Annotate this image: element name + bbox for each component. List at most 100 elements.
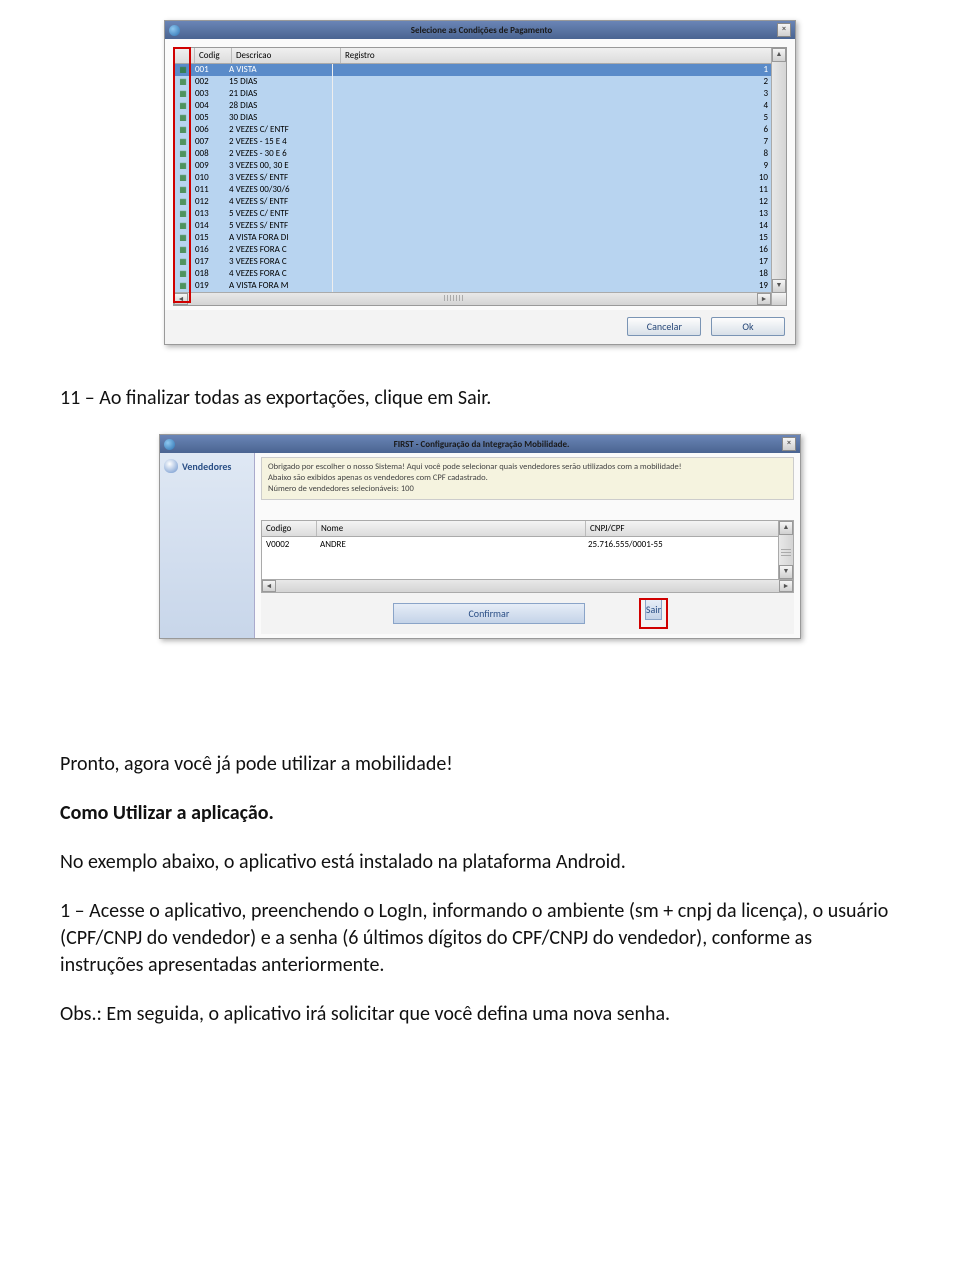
sidebar-item-vendedores[interactable]: Vendedores <box>164 459 250 473</box>
table-row[interactable]: ▦0103 VEZES S/ ENTF10 <box>174 172 786 184</box>
person-icon <box>164 459 178 473</box>
cell-descricao: 3 VEZES 00, 30 E <box>226 160 333 172</box>
cell-nome: ANDRE <box>316 538 584 551</box>
table-row[interactable]: ▦0062 VEZES C/ ENTF6 <box>174 124 786 136</box>
scroll-left-icon[interactable]: ◄ <box>174 293 188 305</box>
checkbox-icon[interactable]: ▦ <box>174 124 192 136</box>
scroll-up-icon[interactable]: ▲ <box>772 48 786 62</box>
cell-codigo: 018 <box>192 268 226 280</box>
table-row[interactable]: ▦019A VISTA FORA M19 <box>174 280 786 292</box>
scroll-up-icon[interactable]: ▲ <box>779 521 793 535</box>
cell-registro: 8 <box>333 148 786 160</box>
scroll-grip-icon[interactable] <box>781 549 791 557</box>
vertical-scrollbar[interactable]: ▲ ▼ <box>778 521 793 579</box>
cell-descricao: 5 VEZES S/ ENTF <box>226 220 333 232</box>
checkbox-icon[interactable]: ▦ <box>174 76 192 88</box>
ok-button[interactable]: Ok <box>711 317 785 336</box>
confirmar-button[interactable]: Confirmar <box>393 603 585 624</box>
checkbox-icon[interactable]: ▦ <box>174 232 192 244</box>
checkbox-icon[interactable]: ▦ <box>174 136 192 148</box>
table-row[interactable]: ▦00530 DIAS5 <box>174 112 786 124</box>
table-row[interactable]: ▦00428 DIAS4 <box>174 100 786 112</box>
scroll-down-icon[interactable]: ▼ <box>779 565 793 579</box>
cell-descricao: 2 VEZES - 15 E 4 <box>226 136 333 148</box>
dialog1-buttons: Cancelar Ok <box>165 310 795 344</box>
checkbox-icon[interactable]: ▦ <box>174 208 192 220</box>
table-row[interactable]: ▦0145 VEZES S/ ENTF14 <box>174 220 786 232</box>
checkbox-icon[interactable]: ▦ <box>174 100 192 112</box>
cell-registro: 3 <box>333 88 786 100</box>
table-row[interactable]: ▦0173 VEZES FORA C17 <box>174 256 786 268</box>
payment-grid[interactable]: Codig Descricao Registro ▦001A VISTA1▦00… <box>173 47 787 306</box>
col-descricao: Descricao <box>232 48 341 63</box>
checkbox-icon[interactable]: ▦ <box>174 268 192 280</box>
vertical-scrollbar[interactable]: ▲ ▼ <box>771 48 786 293</box>
cell-registro: 2 <box>333 76 786 88</box>
checkbox-icon[interactable]: ▦ <box>174 184 192 196</box>
cell-descricao: 2 VEZES C/ ENTF <box>226 124 333 136</box>
horizontal-scrollbar[interactable]: ◄ ► <box>174 292 786 305</box>
checkbox-icon[interactable]: ▦ <box>174 256 192 268</box>
checkbox-icon[interactable]: ▦ <box>174 280 192 292</box>
checkbox-icon[interactable]: ▦ <box>174 148 192 160</box>
table-row[interactable]: ▦0124 VEZES S/ ENTF12 <box>174 196 786 208</box>
info-line-3: Número de vendedores selecionáveis: 100 <box>268 484 787 495</box>
table-row[interactable]: ▦00321 DIAS3 <box>174 88 786 100</box>
scroll-down-icon[interactable]: ▼ <box>772 279 786 293</box>
cell-codigo: 004 <box>192 100 226 112</box>
horizontal-scrollbar[interactable]: ◄ ► <box>261 580 794 593</box>
cancel-button[interactable]: Cancelar <box>627 317 701 336</box>
scroll-left-icon[interactable]: ◄ <box>262 580 276 592</box>
checkbox-icon[interactable]: ▦ <box>174 64 192 76</box>
close-icon[interactable]: × <box>782 437 796 451</box>
checkbox-icon[interactable]: ▦ <box>174 220 192 232</box>
table-row[interactable]: ▦00215 DIAS2 <box>174 76 786 88</box>
cell-descricao: 2 VEZES - 30 E 6 <box>226 148 333 160</box>
col-nome: Nome <box>317 521 586 536</box>
cell-registro: 7 <box>333 136 786 148</box>
dialog2-buttons: Confirmar Sair <box>261 593 794 634</box>
cell-codigo: 007 <box>192 136 226 148</box>
table-row[interactable]: ▦0093 VEZES 00, 30 E9 <box>174 160 786 172</box>
scroll-right-icon[interactable]: ► <box>757 293 771 305</box>
cell-descricao: A VISTA FORA DI <box>226 232 333 244</box>
table-row[interactable]: ▦015A VISTA FORA DI15 <box>174 232 786 244</box>
dialog1-titlebar: Selecione as Condições de Pagamento × <box>165 21 795 39</box>
scroll-right-icon[interactable]: ► <box>779 580 793 592</box>
cell-descricao: 2 VEZES FORA C <box>226 244 333 256</box>
cell-codigo: 003 <box>192 88 226 100</box>
vendedores-grid[interactable]: Codigo Nome CNPJ/CPF V0002 ANDRE 25.716.… <box>261 520 794 580</box>
cell-registro: 10 <box>333 172 786 184</box>
sair-button[interactable]: Sair <box>645 599 662 620</box>
checkbox-icon[interactable]: ▦ <box>174 172 192 184</box>
close-icon[interactable]: × <box>777 23 791 37</box>
table-row[interactable]: ▦0082 VEZES - 30 E 68 <box>174 148 786 160</box>
table-row[interactable]: ▦0114 VEZES 00/30/611 <box>174 184 786 196</box>
table-row[interactable]: V0002 ANDRE 25.716.555/0001-55 <box>262 537 793 552</box>
checkbox-icon[interactable]: ▦ <box>174 88 192 100</box>
sidebar-item-label: Vendedores <box>182 460 231 473</box>
exemplo-text: No exemplo abaixo, o aplicativo está ins… <box>60 849 900 876</box>
table-row[interactable]: ▦001A VISTA1 <box>174 64 786 76</box>
cell-registro: 14 <box>333 220 786 232</box>
table-row[interactable]: ▦0072 VEZES - 15 E 47 <box>174 136 786 148</box>
cell-codigo: V0002 <box>262 538 316 551</box>
vendedores-dialog: FIRST - Configuração da Integração Mobil… <box>159 434 801 639</box>
checkbox-icon[interactable]: ▦ <box>174 160 192 172</box>
cell-descricao: 3 VEZES FORA C <box>226 256 333 268</box>
checkbox-icon[interactable]: ▦ <box>174 196 192 208</box>
step-11-text: 11 – Ao finalizar todas as exportações, … <box>60 385 900 412</box>
cell-registro: 18 <box>333 268 786 280</box>
table-row[interactable]: ▦0162 VEZES FORA C16 <box>174 244 786 256</box>
cell-registro: 11 <box>333 184 786 196</box>
grid-header: Codig Descricao Registro <box>174 48 786 64</box>
table-row[interactable]: ▦0135 VEZES C/ ENTF13 <box>174 208 786 220</box>
grid-header: Codigo Nome CNPJ/CPF <box>262 521 793 537</box>
cell-descricao: A VISTA <box>226 64 333 76</box>
checkbox-icon[interactable]: ▦ <box>174 112 192 124</box>
globe-icon <box>169 25 180 36</box>
checkbox-icon[interactable]: ▦ <box>174 244 192 256</box>
info-line-1: Obrigado por escolher o nosso Sistema! A… <box>268 462 787 473</box>
cell-registro: 12 <box>333 196 786 208</box>
table-row[interactable]: ▦0184 VEZES FORA C18 <box>174 268 786 280</box>
